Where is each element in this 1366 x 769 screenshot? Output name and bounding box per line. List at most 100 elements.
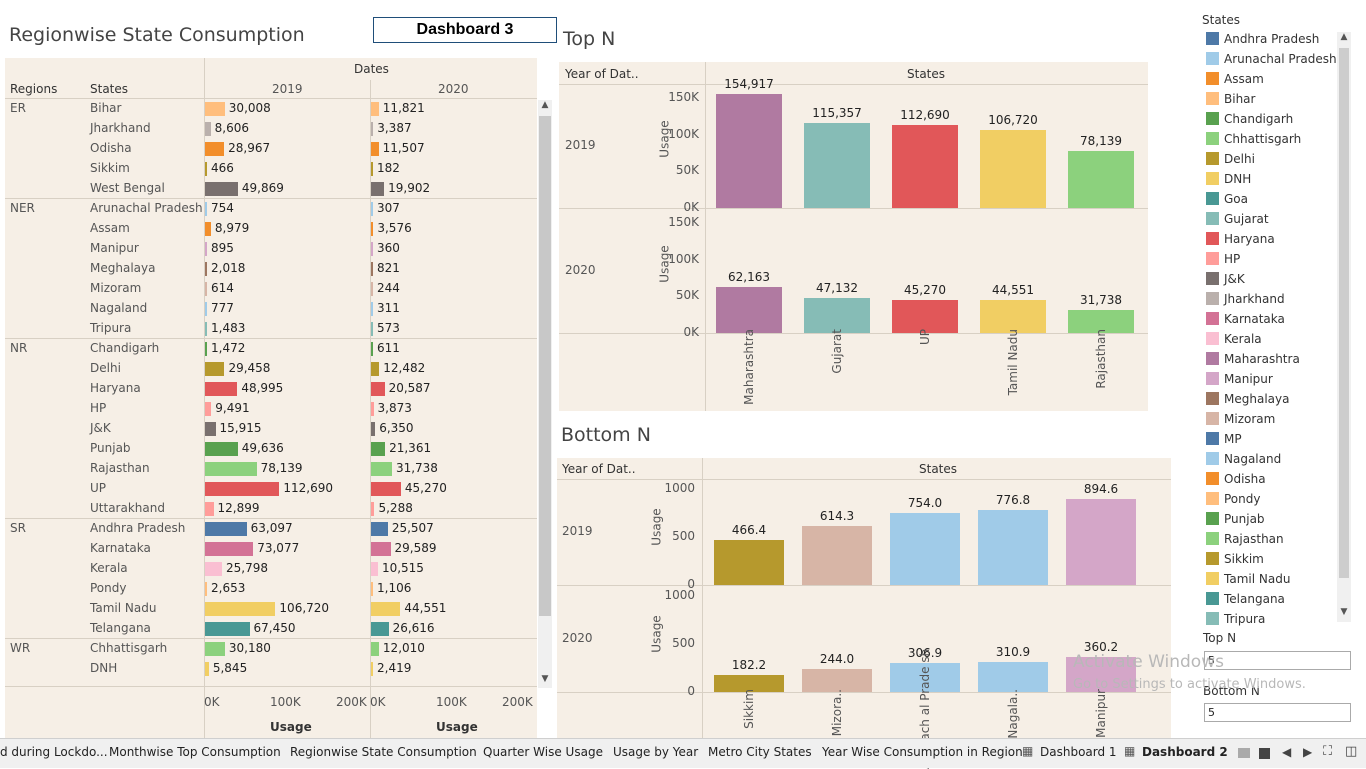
bar-2019 [205,622,250,636]
legend-label: Odisha [1224,472,1266,486]
value-2019: 8,979 [214,221,250,235]
legend-item[interactable]: Jharkhand [1206,292,1285,312]
prev-tab-icon[interactable]: ◀ [1282,745,1291,759]
legend-item[interactable]: Gujarat [1206,212,1269,232]
scroll-thumb[interactable] [539,116,551,616]
data-label: 31,738 [1080,292,1122,307]
tab-regionwise-state-consumption[interactable]: Regionwise State Consumption [290,745,477,759]
legend-swatch [1206,72,1219,85]
legend-label: Assam [1224,72,1264,86]
bar-2019 [205,582,207,596]
value-2019: 1,472 [211,341,246,355]
topn-param-input[interactable]: 5 [1204,651,1351,670]
legend-item[interactable]: Chhattisgarh [1206,132,1301,152]
legend-label: Gujarat [1224,212,1269,226]
bar-2020 [371,382,385,396]
legend-item[interactable]: Karnataka [1206,312,1285,332]
legend-item[interactable]: Chandigarh [1206,112,1293,132]
bar-2019 [205,242,207,256]
scroll-down-icon[interactable]: ▼ [539,674,551,684]
y-tick: 100K [668,126,699,141]
legend-item[interactable]: Rajasthan [1206,532,1284,552]
legend-item[interactable]: Telangana [1206,592,1285,612]
legend-scroll-thumb[interactable] [1339,48,1349,578]
legend-item[interactable]: Kerala [1206,332,1262,352]
value-2020: 573 [377,321,400,335]
bar [802,526,872,585]
bar-2020 [371,102,379,116]
legend-item[interactable]: Tripura [1206,612,1265,632]
legend-item[interactable]: Manipur [1206,372,1273,392]
legend-item[interactable]: Delhi [1206,152,1255,172]
legend-swatch [1206,252,1219,265]
state-label: Bihar [90,101,122,115]
legend-item[interactable]: Nagaland [1206,452,1281,472]
bar-2020 [371,262,373,276]
legend-swatch [1206,32,1219,45]
bar-2020 [371,302,373,316]
state-label: Meghalaya [90,261,156,275]
bottomn-param-input[interactable]: 5 [1204,703,1351,722]
legend-swatch [1206,192,1219,205]
tab-usage-by-year[interactable]: Usage by Year [613,745,698,759]
value-2019: 614 [211,281,234,295]
state-label: Kerala [90,561,128,575]
legend-swatch [1206,372,1219,385]
state-label: Karnataka [90,541,151,555]
show-tabs-icon[interactable] [1259,748,1270,759]
legend-scrollbar[interactable]: ▲ ▼ [1337,32,1351,622]
legend-item[interactable]: Tamil Nadu [1206,572,1290,592]
tab-metro-city-states[interactable]: Metro City States [708,745,812,759]
data-label: 776.8 [995,493,1031,508]
legend-scroll-up-icon[interactable]: ▲ [1338,32,1350,42]
legend-label: MP [1224,432,1242,446]
legend-item[interactable]: Pondy [1206,492,1260,512]
legend-item[interactable]: HP [1206,252,1240,272]
y-tick: 50K [675,163,699,178]
state-label: Andhra Pradesh [90,521,186,535]
value-2020: 311 [377,301,400,315]
state-label: Odisha [90,141,132,155]
tab-dashboard-1[interactable]: Dashboard 1 [1040,745,1117,759]
legend-swatch [1206,572,1219,585]
presentation-icon[interactable]: ◫ [1345,744,1357,759]
scroll-up-icon[interactable]: ▲ [539,100,551,110]
legend-item[interactable]: DNH [1206,172,1251,192]
legend-item[interactable]: Punjab [1206,512,1265,532]
fullscreen-icon[interactable]: ⛶ [1323,744,1332,759]
legend-item[interactable]: Assam [1206,72,1264,92]
legend-label: J&K [1224,272,1245,286]
filmstrip-icon[interactable] [1238,748,1250,758]
table-scrollbar[interactable]: ▲ ▼ [538,100,552,688]
legend-item[interactable]: Haryana [1206,232,1275,252]
bar-2020 [371,562,378,576]
tab-dashboard-2[interactable]: Dashboard 2 [1142,745,1228,759]
tab-lockdown[interactable]: d during Lockdo... [0,745,108,759]
bar-2019 [205,182,238,196]
legend-item[interactable]: J&K [1206,272,1245,292]
legend-item[interactable]: Goa [1206,192,1248,212]
region-label: NER [10,201,35,215]
legend-item[interactable]: Sikkim [1206,552,1264,572]
legend-item[interactable]: Arunachal Pradesh [1206,52,1337,72]
legend-item[interactable]: Odisha [1206,472,1266,492]
legend-item[interactable]: MP [1206,432,1242,452]
tab-quarter-wise-usage[interactable]: Quarter Wise Usage [483,745,603,759]
legend-item[interactable]: Bihar [1206,92,1255,112]
value-2019: 9,491 [215,401,250,415]
data-label: 154,917 [724,77,774,92]
legend-item[interactable]: Maharashtra [1206,352,1300,372]
y-tick: 1000 [664,481,695,495]
tab-monthwise-top-consumption[interactable]: Monthwise Top Consumption [109,745,281,759]
value-2020: 244 [377,281,400,295]
legend-item[interactable]: Meghalaya [1206,392,1289,412]
legend-item[interactable]: Mizoram [1206,412,1275,432]
legend-label: Karnataka [1224,312,1285,326]
tab-year-wise-consumption[interactable]: Year Wise Consumption in Region [822,745,1023,759]
value-2020: 6,350 [379,421,414,435]
legend-scroll-down-icon[interactable]: ▼ [1338,607,1350,617]
legend-swatch [1206,452,1219,465]
value-2020: 11,821 [382,101,425,115]
next-tab-icon[interactable]: ▶ [1303,745,1312,759]
legend-item[interactable]: Andhra Pradesh [1206,32,1319,52]
